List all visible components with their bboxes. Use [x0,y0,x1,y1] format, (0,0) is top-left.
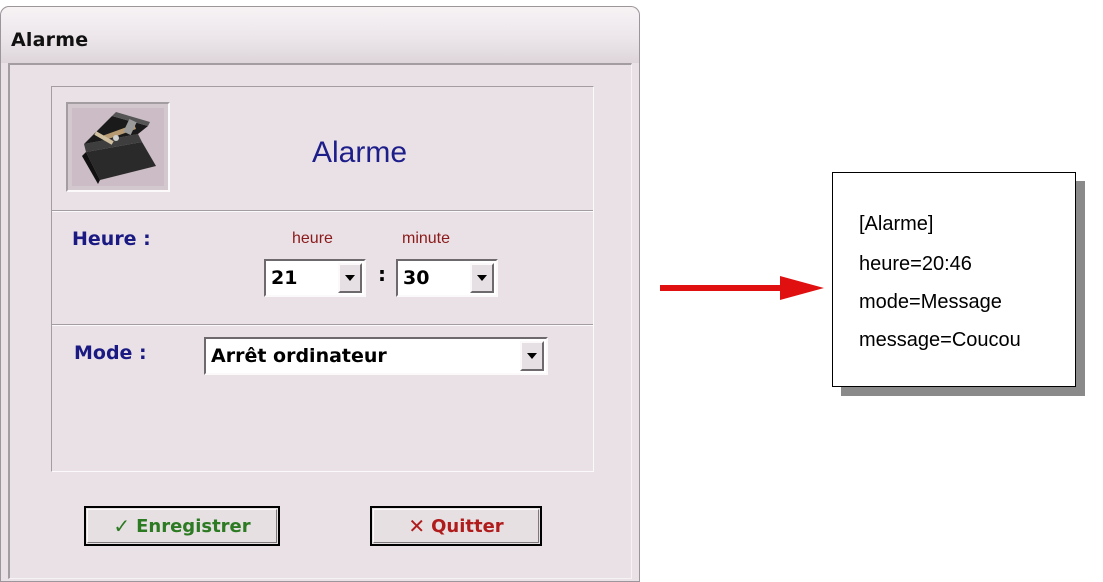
ini-line: mode=Message [859,291,1002,313]
toolbox-icon [72,108,164,186]
save-button[interactable]: ✓ Enregistrer [84,506,280,546]
mode-label: Mode : [74,342,147,364]
minute-select-value: 30 [403,267,430,289]
hour-select-value: 21 [271,267,298,289]
mode-dropdown-chevron-down-icon[interactable] [520,341,544,371]
heure-label: Heure : [72,228,151,250]
right-arrow-icon [660,276,824,300]
time-separator: : [378,262,386,286]
save-button-label: Enregistrer [136,515,251,537]
title-bar[interactable]: Alarme [1,7,639,63]
hour-select[interactable]: 21 [264,259,366,297]
separator-header [52,210,593,212]
mode-select-value: Arrêt ordinateur [211,345,387,367]
window-title: Alarme [11,29,89,51]
quit-button[interactable]: ✕ Quitter [370,506,542,546]
hour-dropdown-chevron-down-icon[interactable] [338,263,362,293]
toolbox-icon-frame [66,102,170,192]
ini-line: [Alarme] [859,213,934,235]
minute-dropdown-chevron-down-icon[interactable] [470,263,494,293]
quit-button-label: Quitter [431,515,504,537]
hour-caption: heure [292,230,333,247]
separator-heure [52,324,593,326]
ini-line: message=Coucou [859,329,1021,351]
ini-file-content: [Alarme] heure=20:46 mode=Message messag… [832,172,1076,387]
mode-select[interactable]: Arrêt ordinateur [204,337,548,375]
ini-line: heure=20:46 [859,253,972,275]
section-title: Alarme [312,136,408,169]
minute-select[interactable]: 30 [396,259,498,297]
minute-caption: minute [402,230,451,247]
checkmark-icon: ✓ [113,514,131,538]
close-icon: ✕ [408,514,426,538]
